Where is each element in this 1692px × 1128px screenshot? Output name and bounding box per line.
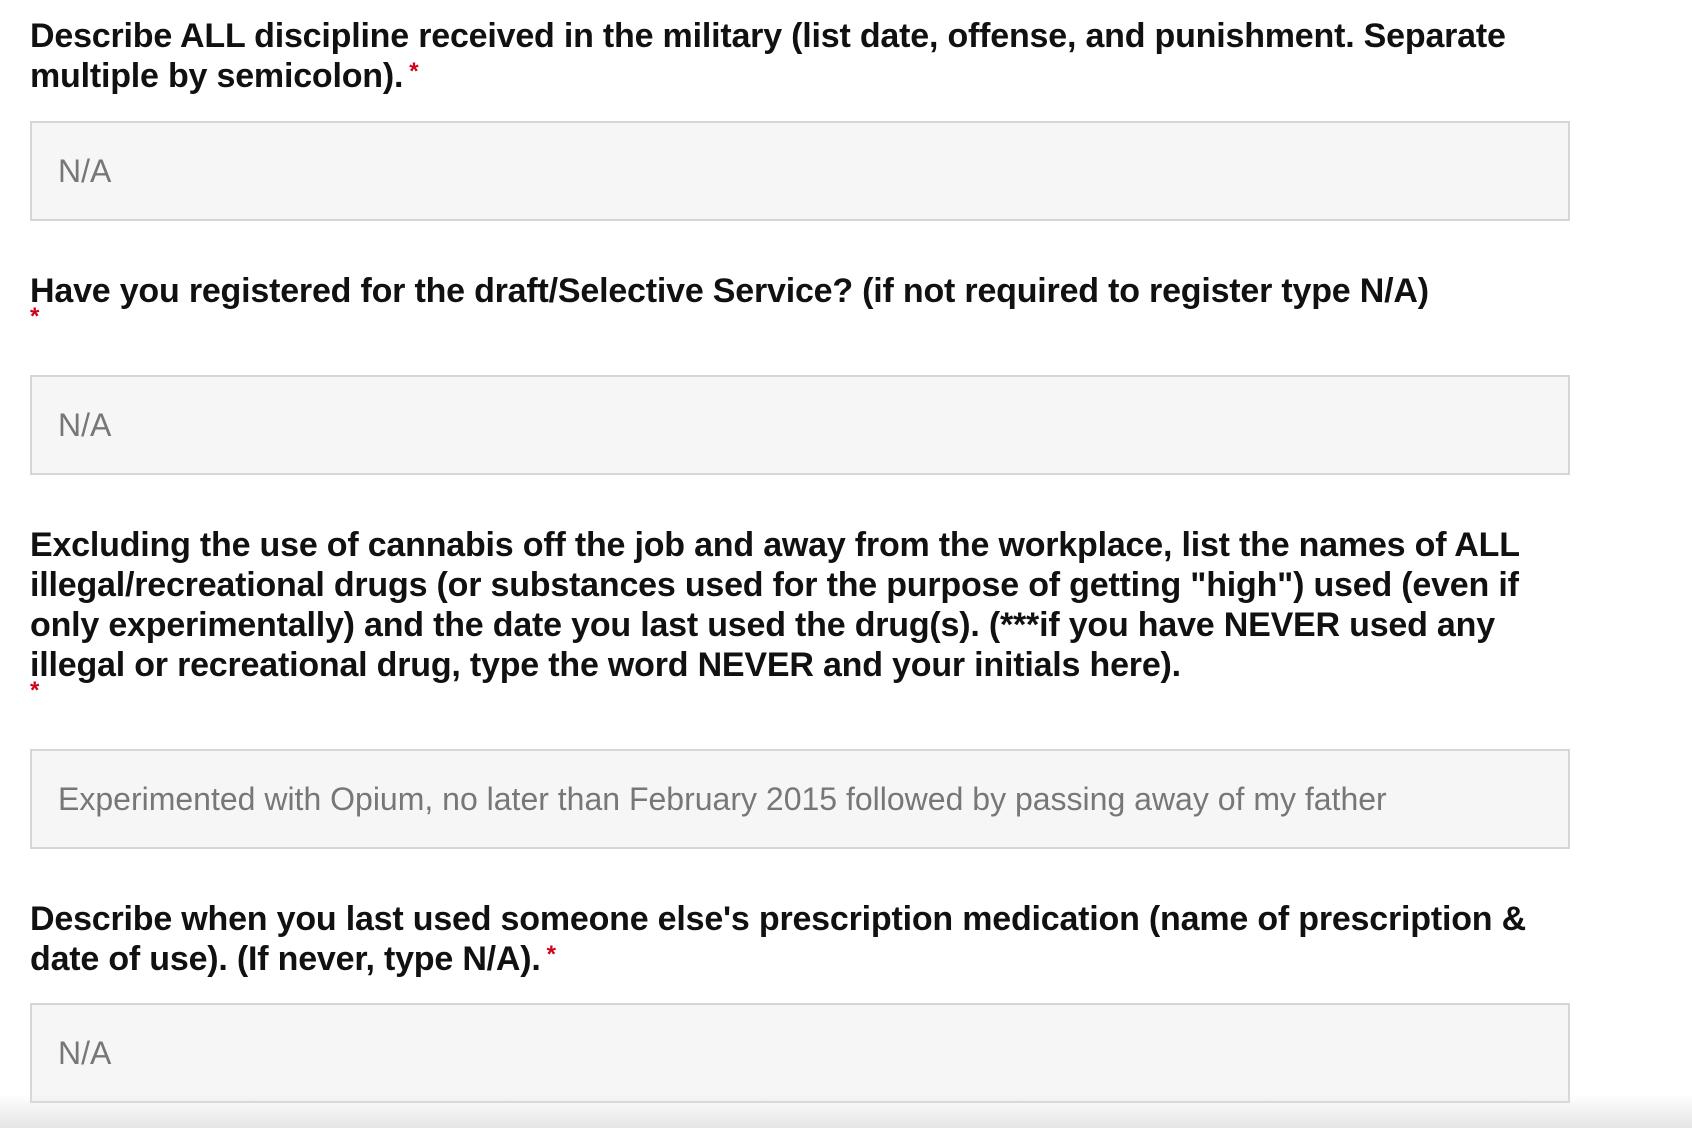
selective-service-label: Have you registered for the draft/Select… xyxy=(30,271,1570,335)
selective-service-question: Have you registered for the draft/Select… xyxy=(30,271,1570,335)
military-discipline-input[interactable] xyxy=(30,121,1570,221)
drug-use-question: Excluding the use of cannabis off the jo… xyxy=(30,525,1570,709)
required-asterisk: * xyxy=(409,58,419,85)
prescription-use-question: Describe when you last used someone else… xyxy=(30,899,1570,979)
prescription-use-input[interactable] xyxy=(30,1003,1570,1103)
prescription-use-label: Describe when you last used someone else… xyxy=(30,899,1570,979)
military-discipline-label: Describe ALL discipline received in the … xyxy=(30,16,1570,96)
application-form: Describe ALL discipline received in the … xyxy=(0,0,1692,1128)
required-asterisk: * xyxy=(546,941,556,968)
required-asterisk: * xyxy=(30,303,40,330)
military-discipline-question: Describe ALL discipline received in the … xyxy=(30,16,1570,96)
drug-use-input[interactable] xyxy=(30,749,1570,849)
drug-use-label: Excluding the use of cannabis off the jo… xyxy=(30,525,1570,709)
drug-use-label-text: Excluding the use of cannabis off the jo… xyxy=(30,526,1520,684)
prescription-use-label-text: Describe when you last used someone else… xyxy=(30,900,1526,978)
selective-service-input[interactable] xyxy=(30,375,1570,475)
required-asterisk: * xyxy=(30,677,40,704)
military-discipline-label-text: Describe ALL discipline received in the … xyxy=(30,17,1506,95)
